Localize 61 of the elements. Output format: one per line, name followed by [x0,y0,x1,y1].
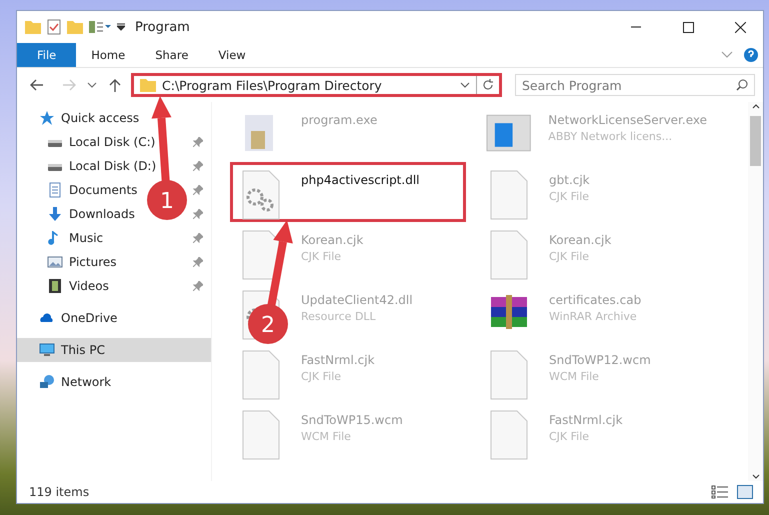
sidebar-item[interactable]: Music [47,230,104,246]
sidebar-item[interactable]: Local Disk (D:) [47,158,156,174]
file-type: WCM File [301,430,352,443]
file-type: WCM File [549,370,600,383]
sidebar-item[interactable]: Quick access [39,110,140,126]
folder-icon [25,20,41,34]
file-type: ABBY Network licens... [548,130,674,143]
scroll-thumb[interactable] [750,116,761,166]
ribbon-tab[interactable]: File [17,43,76,67]
file-type: WinRAR Archive [549,310,638,323]
computer-icon [39,342,55,358]
up-arrow-icon[interactable] [107,77,123,93]
ribbon-tab[interactable]: Home [76,43,140,67]
file-type: CJK File [549,430,590,443]
pin-icon[interactable] [193,281,203,291]
back-arrow-icon[interactable] [29,77,45,93]
checklist-icon [47,19,61,35]
pin-icon[interactable] [193,137,203,147]
chevron-down-icon[interactable] [87,80,97,90]
pin-icon[interactable] [193,185,203,195]
pin-icon[interactable] [193,161,203,171]
ribbon-tab[interactable]: Share [140,43,204,67]
sidebar-item[interactable]: Local Disk (C:) [47,134,156,150]
search-icon[interactable] [736,79,748,91]
file-name[interactable]: php4activescript.dll [301,173,420,187]
pin-icon[interactable] [193,257,203,267]
file-type: CJK File [301,370,342,383]
file-type: Resource DLL [301,310,377,323]
caret-icon[interactable] [117,23,125,31]
search-field[interactable]: Search Program [515,74,755,96]
film-icon [47,278,63,294]
item-count: 119 items [29,485,90,499]
file-type: CJK File [301,250,342,263]
address-bar[interactable]: C:\Program Files\Program Directory [131,73,502,97]
network-icon [39,374,55,390]
sidebar-item[interactable]: Pictures [47,254,117,270]
document-icon [47,182,63,198]
close-icon[interactable] [734,22,746,32]
sidebar-item[interactable]: Documents [47,182,138,198]
sidebar-item[interactable]: OneDrive [39,310,118,326]
sidebar-item[interactable]: Videos [47,278,109,294]
picture-icon [47,254,63,270]
pin-icon[interactable] [193,233,203,243]
sidebar-item[interactable]: This PC [39,342,105,358]
maximize-icon[interactable] [682,22,694,32]
ribbon-tab[interactable]: View [203,43,261,67]
star-icon [39,110,55,126]
details-view-icon[interactable] [711,485,729,499]
file-type: CJK File [549,250,590,263]
file-type: CJK File [549,190,590,203]
window-title: Program [135,20,190,34]
folder-icon [140,78,156,92]
pin-icon[interactable] [193,209,203,219]
properties-icon [89,20,111,34]
sidebar-item[interactable]: Network [39,374,112,390]
new-folder-icon [67,20,83,34]
sidebar-item[interactable]: Downloads [47,206,135,222]
download-icon [47,206,63,222]
large-icons-view-icon[interactable] [737,485,753,499]
chevron-down-icon[interactable] [460,80,470,90]
scrollbar[interactable] [748,102,763,481]
